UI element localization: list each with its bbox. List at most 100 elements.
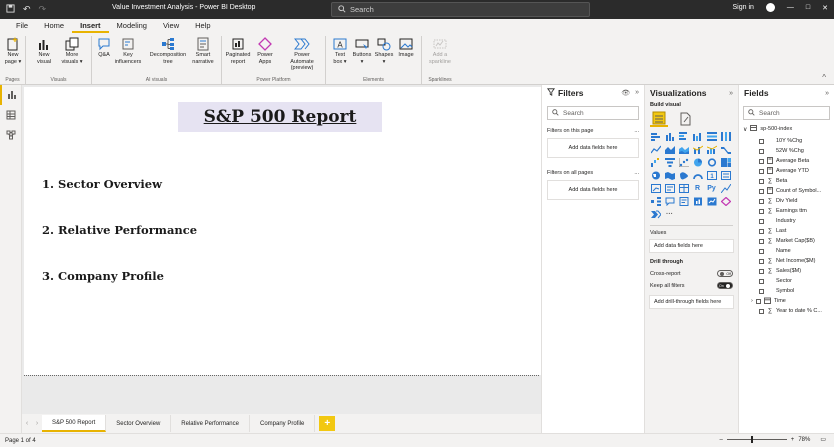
clustered-bar-chart-icon[interactable] [678, 131, 689, 141]
field-checkbox[interactable] [759, 188, 764, 194]
collapse-ribbon-chevron-icon[interactable]: ^ [822, 73, 826, 82]
fit-to-page-icon[interactable]: ▭ [820, 436, 826, 443]
redo-icon[interactable]: ↷ [39, 4, 47, 15]
field-item[interactable]: ∑ Market Cap($B) [739, 236, 834, 246]
field-item[interactable]: Industry [739, 216, 834, 226]
page-tab-sector-overview[interactable]: Sector Overview [106, 415, 172, 432]
map-icon[interactable] [650, 170, 661, 180]
field-item[interactable]: Sector [739, 276, 834, 286]
tab-modeling[interactable]: Modeling [109, 19, 155, 33]
report-title[interactable]: S&P 500 Report [178, 102, 382, 132]
line-chart-icon[interactable] [650, 144, 661, 154]
power-automate-button[interactable]: Power Automate (preview) [282, 36, 322, 72]
stacked-bar-chart-icon[interactable] [650, 131, 661, 141]
line-and-clustered-column-icon[interactable] [706, 144, 717, 154]
minimize-button[interactable]: — [787, 4, 794, 11]
scatter-chart-icon[interactable] [678, 157, 689, 167]
page-tab-sp500-report[interactable]: S&P 500 Report [42, 415, 107, 432]
filters-search-input[interactable]: Search [547, 106, 639, 120]
page-tab-relative-performance[interactable]: Relative Performance [171, 415, 250, 432]
field-item[interactable]: 10Y %Chg [739, 136, 834, 146]
close-button[interactable]: ✕ [822, 4, 828, 12]
more-visuals-ellipsis[interactable]: ··· [664, 209, 675, 219]
field-checkbox[interactable] [759, 148, 764, 154]
power-apps-button[interactable]: Power Apps [248, 36, 282, 65]
shape-map-icon[interactable] [678, 170, 689, 180]
smart-narrative-button[interactable]: Smart narrative [186, 36, 220, 65]
undo-icon[interactable]: ↶ [23, 4, 31, 15]
field-checkbox[interactable] [759, 208, 764, 214]
report-view-icon[interactable] [0, 85, 22, 105]
chevron-down-icon[interactable]: ∨ [743, 126, 747, 133]
field-item[interactable]: 52W %Chg [739, 146, 834, 156]
clustered-column-chart-icon[interactable] [692, 131, 703, 141]
field-item[interactable]: ∑ Year to date % C... [739, 306, 834, 316]
zoom-in-button[interactable]: + [791, 437, 795, 443]
gauge-icon[interactable] [692, 170, 703, 180]
report-page[interactable]: S&P 500 Report 1. Sector Overview 2. Rel… [24, 87, 541, 375]
filled-map-icon[interactable] [664, 170, 675, 180]
field-checkbox[interactable] [759, 248, 764, 254]
model-view-icon[interactable] [0, 125, 22, 145]
section-heading-relative-performance[interactable]: 2. Relative Performance [42, 223, 197, 237]
prev-page-chevron-icon[interactable]: ‹ [22, 420, 32, 427]
tab-home[interactable]: Home [36, 19, 72, 33]
values-well[interactable]: Add data fields here [649, 239, 734, 253]
sign-in-link[interactable]: Sign in [732, 4, 753, 11]
chevron-right-icon[interactable]: › [751, 298, 753, 304]
field-checkbox[interactable] [759, 218, 764, 224]
smart-narrative-visual-icon[interactable] [678, 196, 689, 206]
ribbon-chart-icon[interactable] [720, 144, 731, 154]
drill-through-well[interactable]: Add drill-through fields here [649, 295, 734, 309]
field-item[interactable]: Name [739, 246, 834, 256]
treemap-icon[interactable] [720, 157, 731, 167]
field-checkbox[interactable] [759, 168, 764, 174]
field-checkbox[interactable] [759, 308, 764, 314]
qa-visual-icon[interactable] [664, 196, 675, 206]
field-checkbox[interactable] [759, 278, 764, 284]
avatar[interactable] [765, 3, 775, 12]
tab-view[interactable]: View [155, 19, 187, 33]
collapse-visualizations-icon[interactable]: » [729, 90, 733, 97]
slicer-icon[interactable] [664, 183, 675, 193]
power-apps-visual-icon[interactable] [720, 196, 731, 206]
field-item[interactable]: Symbol [739, 286, 834, 296]
donut-chart-icon[interactable] [706, 157, 717, 167]
table-view-icon[interactable] [0, 105, 22, 125]
field-item[interactable]: ∑ Earnings ttm [739, 206, 834, 216]
pie-chart-icon[interactable] [692, 157, 703, 167]
field-checkbox[interactable] [759, 258, 764, 264]
section-heading-company-profile[interactable]: 3. Company Profile [42, 269, 164, 283]
fields-search-input[interactable]: Search [743, 106, 830, 120]
field-item[interactable]: Count of Symbol... [739, 186, 834, 196]
field-checkbox[interactable] [759, 178, 764, 184]
field-item[interactable]: ∑ Div Yield [739, 196, 834, 206]
cross-report-toggle[interactable]: Off [717, 270, 733, 277]
stacked-area-chart-icon[interactable] [678, 144, 689, 154]
kpi-icon[interactable] [650, 183, 661, 193]
field-checkbox[interactable] [759, 268, 764, 274]
field-table-sp-500-index[interactable]: ∨ sp-500-index [739, 125, 834, 133]
filters-page-drop-zone[interactable]: Add data fields here [547, 138, 639, 158]
metrics-visual-icon[interactable] [706, 196, 717, 206]
maximize-button[interactable]: □ [806, 4, 810, 11]
zoom-slider-thumb[interactable] [750, 436, 753, 443]
field-checkbox[interactable] [759, 198, 764, 204]
multi-row-card-icon[interactable] [720, 170, 731, 180]
title-search-box[interactable]: Search [331, 2, 590, 17]
field-checkbox[interactable] [759, 238, 764, 244]
next-page-chevron-icon[interactable]: › [32, 420, 42, 427]
collapse-filters-icon[interactable]: » [635, 89, 639, 97]
field-checkbox[interactable] [755, 298, 761, 304]
field-checkbox[interactable] [759, 158, 764, 164]
format-visual-icon[interactable] [676, 111, 694, 127]
key-influencers-button[interactable]: Key influencers [111, 36, 145, 65]
100-percent-bar-chart-icon[interactable] [706, 131, 717, 141]
table-visual-icon[interactable] [678, 183, 689, 193]
filters-all-pages-drop-zone[interactable]: Add data fields here [547, 180, 639, 200]
section-heading-sector-overview[interactable]: 1. Sector Overview [42, 177, 162, 191]
page-tab-company-profile[interactable]: Company Profile [250, 415, 316, 432]
field-item[interactable]: ∑ Sales($M) [739, 266, 834, 276]
line-and-column-chart-icon[interactable] [692, 144, 703, 154]
card-icon[interactable]: 1 [706, 170, 717, 180]
